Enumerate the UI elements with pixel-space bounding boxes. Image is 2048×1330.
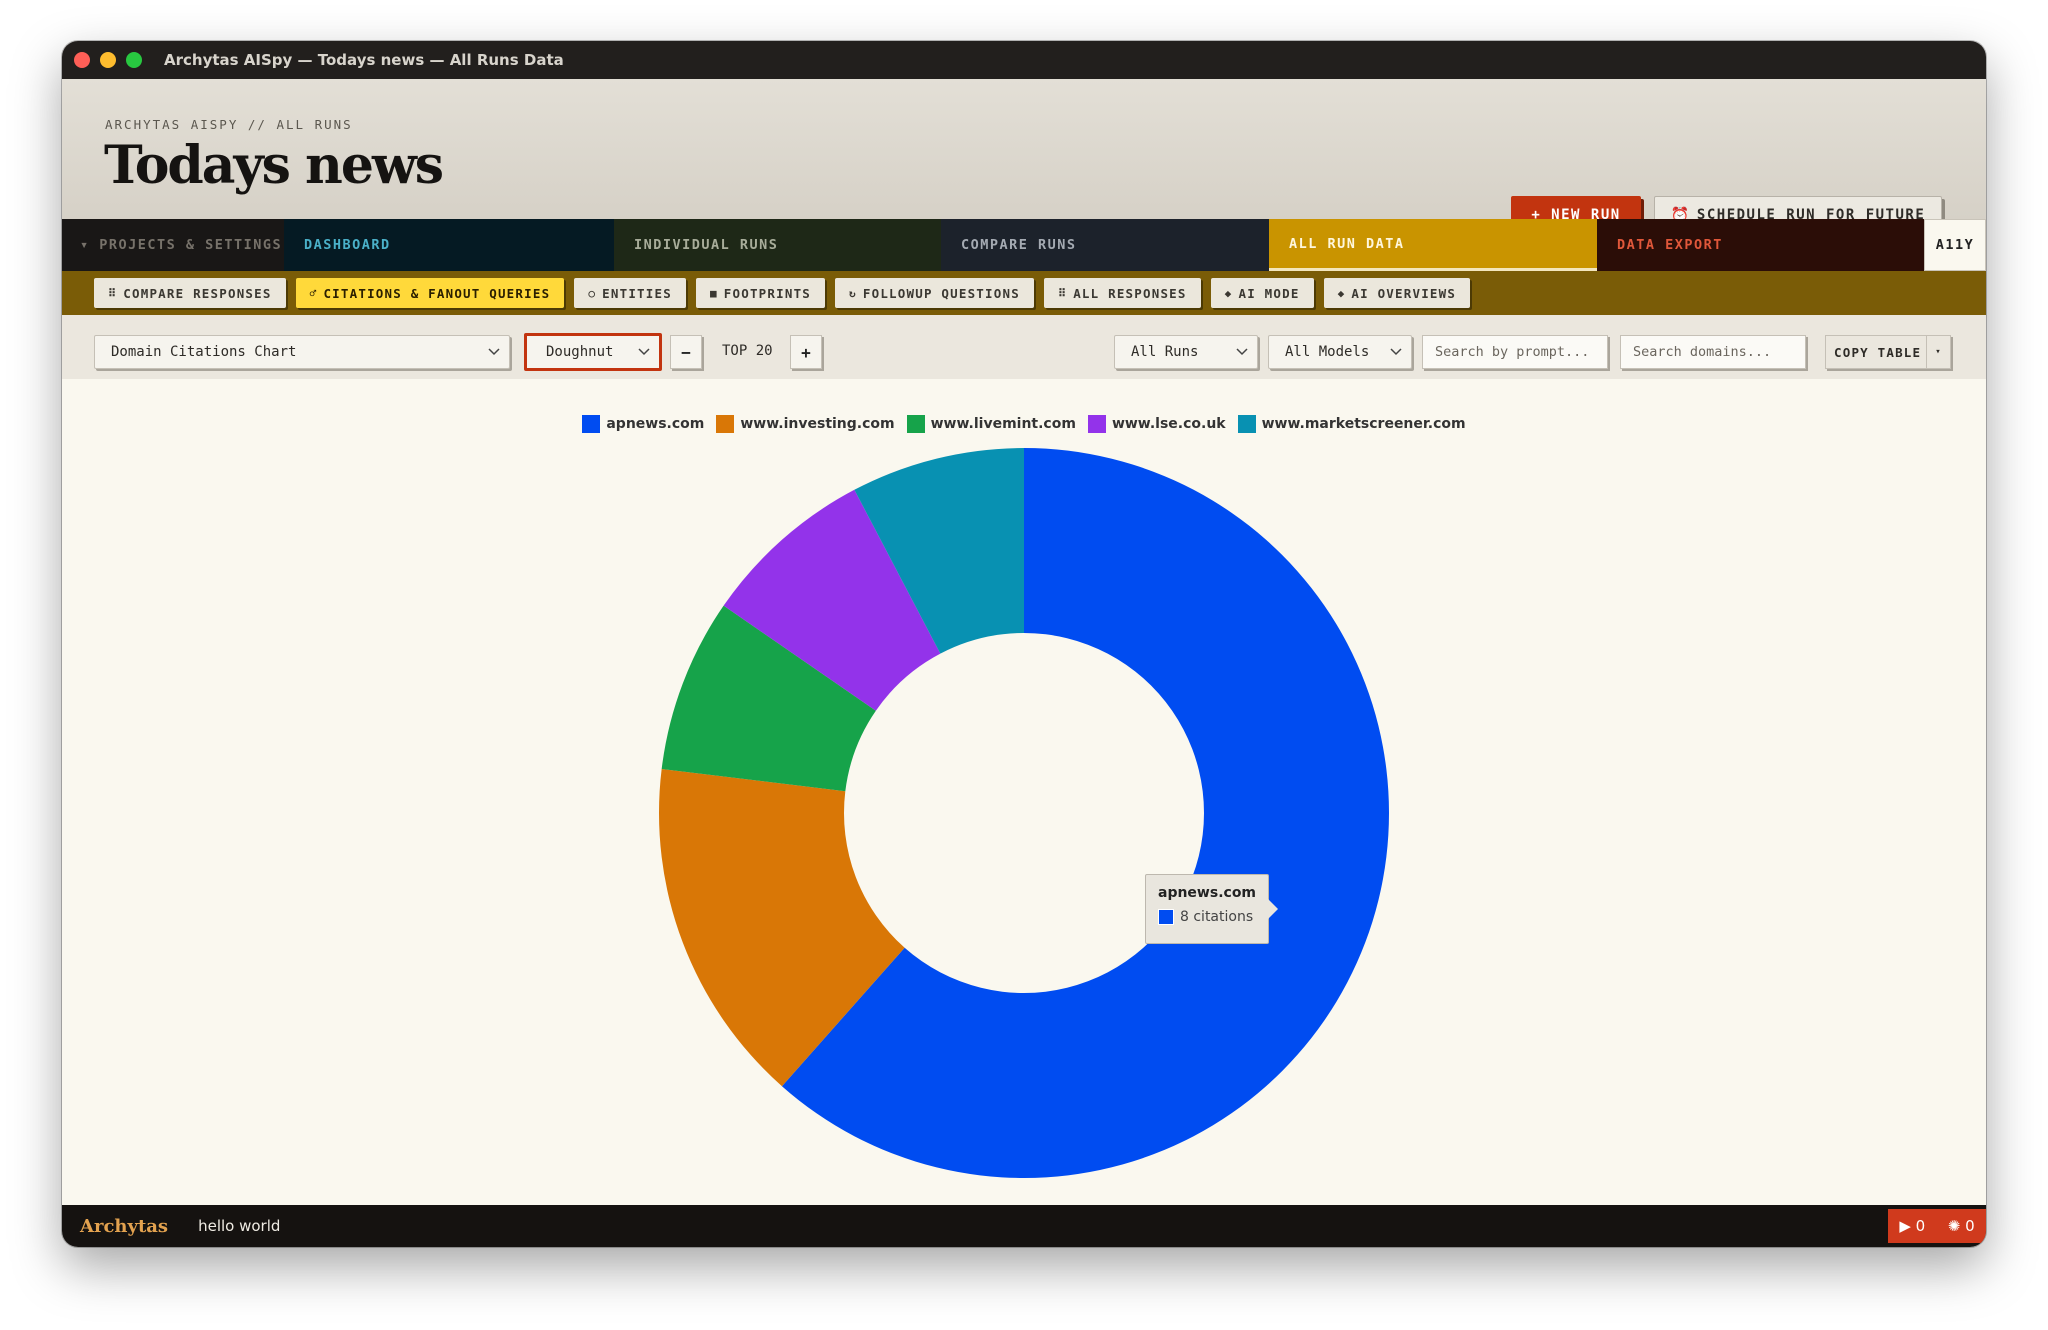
tooltip-value: 8 citations <box>1180 909 1254 925</box>
legend-item[interactable]: apnews.com <box>582 415 704 433</box>
legend-label: www.marketscreener.com <box>1261 416 1466 432</box>
chevron-down-icon <box>638 348 650 356</box>
circle-icon: ○ <box>588 286 597 300</box>
legend-swatch <box>1087 415 1106 433</box>
link-icon: ♂ <box>309 286 318 300</box>
search-domain-input[interactable] <box>1620 335 1806 369</box>
refresh-icon: ↻ <box>849 286 857 300</box>
models-select[interactable]: All Models <box>1268 335 1412 369</box>
legend-item[interactable]: www.livemint.com <box>906 415 1076 433</box>
legend-label: www.livemint.com <box>930 416 1076 432</box>
bug-counter[interactable]: ✺ 0 <box>1948 1217 1975 1235</box>
subtab-footprints[interactable]: ■ FOOTPRINTS <box>695 278 826 308</box>
legend-item[interactable]: www.lse.co.uk <box>1087 415 1226 433</box>
legend-label: www.investing.com <box>740 416 895 432</box>
play-counter[interactable]: ▶ 0 <box>1899 1217 1925 1235</box>
tab-individual-runs[interactable]: INDIVIDUAL RUNS <box>614 219 941 271</box>
subtab-label: ENTITIES <box>602 285 672 301</box>
chart-toolbar: Domain Citations Chart Doughnut − TOP 20… <box>62 315 1986 379</box>
copy-table-label: COPY TABLE <box>1834 344 1922 360</box>
legend-item[interactable]: www.marketscreener.com <box>1237 415 1466 433</box>
legend-swatch <box>716 415 735 433</box>
tooltip-row: 8 citations <box>1158 909 1256 925</box>
doughnut-chart <box>659 448 1389 1178</box>
status-bar: Archytas hello world ▶ 0 ✺ 0 <box>62 1205 1986 1247</box>
chart-tooltip: apnews.com 8 citations <box>1145 874 1278 944</box>
increase-top-n-button[interactable]: + <box>790 335 822 369</box>
square-icon: ■ <box>709 286 718 300</box>
subtab-citations-fanout[interactable]: ♂ CITATIONS & FANOUT QUERIES <box>295 278 565 308</box>
tab-projects-settings[interactable]: ▾ PROJECTS & SETTINGS <box>62 219 284 271</box>
tab-all-run-data[interactable]: ALL RUN DATA <box>1269 219 1597 271</box>
legend-item[interactable]: www.investing.com <box>716 415 895 433</box>
diamond-icon: ◆ <box>1337 286 1346 300</box>
tab-dashboard[interactable]: DASHBOARD <box>284 219 614 271</box>
chart-type-value: Doughnut <box>546 344 614 360</box>
subtab-label: AI MODE <box>1238 285 1300 301</box>
subtab-label: FOOTPRINTS <box>723 285 812 301</box>
subtab-compare-responses[interactable]: ⠿ COMPARE RESPONSES <box>94 278 286 308</box>
close-window-button[interactable] <box>74 52 90 68</box>
sub-tabs: ⠿ COMPARE RESPONSES ♂ CITATIONS & FANOUT… <box>62 271 1986 315</box>
status-counters: ▶ 0 ✺ 0 <box>1888 1209 1986 1243</box>
subtab-entities[interactable]: ○ ENTITIES <box>574 278 686 308</box>
breadcrumb: ARCHYTAS AISPY // ALL RUNS <box>105 117 353 132</box>
window-title: Archytas AISpy — Todays news — All Runs … <box>164 51 564 69</box>
runs-select-value: All Runs <box>1131 344 1199 360</box>
chevron-down-icon <box>488 348 500 356</box>
zoom-window-button[interactable] <box>126 52 142 68</box>
tab-data-export[interactable]: DATA EXPORT <box>1597 219 1924 271</box>
window-controls <box>74 52 142 68</box>
minimize-window-button[interactable] <box>100 52 116 68</box>
legend-label: www.lse.co.uk <box>1111 416 1226 432</box>
chart-select[interactable]: Domain Citations Chart <box>94 335 510 369</box>
subtab-label: CITATIONS & FANOUT QUERIES <box>323 285 551 301</box>
tooltip-label: apnews.com <box>1158 885 1257 901</box>
subtab-ai-overviews[interactable]: ◆ AI OVERVIEWS <box>1323 278 1471 308</box>
grid-icon: ⠿ <box>108 286 118 300</box>
grid-icon: ⠿ <box>1057 286 1068 300</box>
legend-label: apnews.com <box>606 416 705 432</box>
subtab-label: FOLLOWUP QUESTIONS <box>862 285 1020 301</box>
search-prompt-input[interactable] <box>1422 335 1608 369</box>
copy-table-button[interactable]: COPY TABLE ▾ <box>1825 335 1951 369</box>
title-bar: Archytas AISpy — Todays news — All Runs … <box>62 41 1986 79</box>
legend-swatch <box>906 415 925 433</box>
chart-type-select[interactable]: Doughnut <box>524 333 662 371</box>
subtab-all-responses[interactable]: ⠿ ALL RESPONSES <box>1043 278 1201 308</box>
runs-select[interactable]: All Runs <box>1114 335 1258 369</box>
legend-swatch <box>582 415 601 433</box>
page-title: Todays news <box>104 135 444 196</box>
subtab-label: ALL RESPONSES <box>1073 285 1187 301</box>
chevron-down-icon <box>1390 348 1402 356</box>
chevron-down-icon <box>1236 348 1248 356</box>
status-message: hello world <box>198 1217 281 1235</box>
app-window: Archytas AISpy — Todays news — All Runs … <box>62 41 1986 1247</box>
subtab-label: AI OVERVIEWS <box>1351 285 1457 301</box>
subtab-ai-mode[interactable]: ◆ AI MODE <box>1210 278 1314 308</box>
copy-options-caret[interactable]: ▾ <box>1926 336 1950 368</box>
chart-legend: apnews.com www.investing.com www.livemint.… <box>62 415 1986 433</box>
tooltip-swatch <box>1158 909 1174 925</box>
a11y-button[interactable]: A11Y <box>1924 219 1986 271</box>
brand-logo: Archytas <box>80 1215 169 1237</box>
models-select-value: All Models <box>1285 344 1370 360</box>
subtab-label: COMPARE RESPONSES <box>123 285 272 301</box>
legend-swatch <box>1237 415 1256 433</box>
chart-area: apnews.com www.investing.com www.livemint.… <box>62 379 1986 1205</box>
tab-compare-runs[interactable]: COMPARE RUNS <box>941 219 1269 271</box>
main-nav: ▾ PROJECTS & SETTINGS DASHBOARD INDIVIDU… <box>62 219 1986 271</box>
page-header: ARCHYTAS AISPY // ALL RUNS Todays news +… <box>62 79 1986 234</box>
diamond-icon: ◆ <box>1224 286 1233 300</box>
chart-select-value: Domain Citations Chart <box>111 344 297 360</box>
top-n-value: TOP 20 <box>722 343 773 359</box>
subtab-followup-questions[interactable]: ↻ FOLLOWUP QUESTIONS <box>835 278 1034 308</box>
decrease-top-n-button[interactable]: − <box>670 335 702 369</box>
